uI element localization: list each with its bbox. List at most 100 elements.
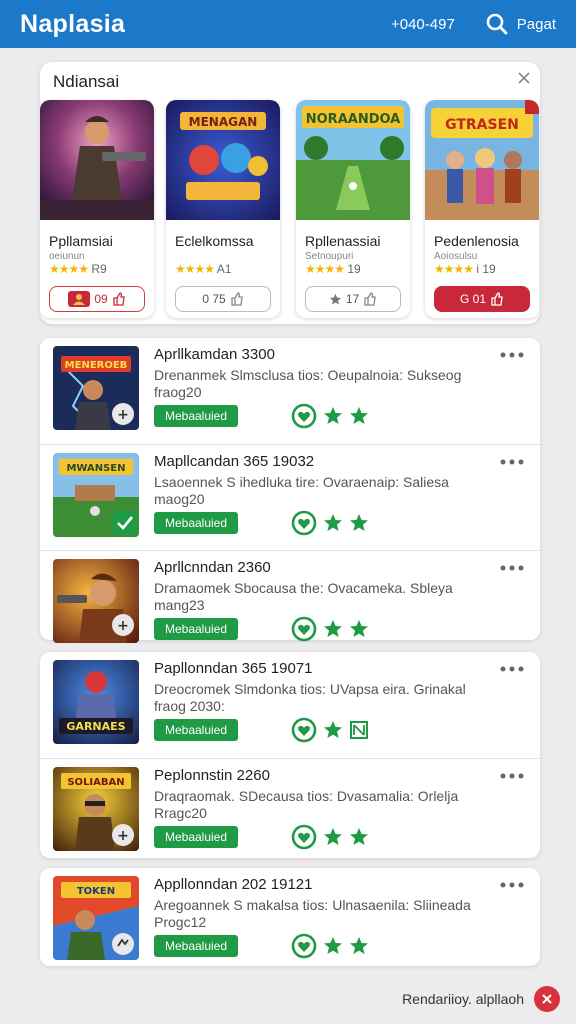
rating-actions: [291, 824, 369, 850]
heart-circle-icon[interactable]: [291, 717, 317, 743]
open-box-icon[interactable]: [349, 720, 369, 740]
star-icon[interactable]: [349, 406, 369, 426]
status-tag[interactable]: Mebaaluied: [154, 935, 238, 957]
dismiss-button[interactable]: [534, 986, 560, 1012]
card-subtitle: Setnoupuri: [305, 251, 354, 262]
card-action-button[interactable]: 0 75: [175, 286, 271, 312]
top-app-bar: Naplasia +040-497 Pagat: [0, 0, 576, 48]
list-item[interactable]: TOKEN Appllonndan 202 19121 Aregoannek S…: [40, 868, 540, 966]
status-tag[interactable]: Mebaaluied: [154, 719, 238, 741]
app-title: Peplonnstin 2260: [154, 767, 270, 784]
app-thumbnail: TOKEN: [53, 876, 139, 960]
more-horizontal-icon[interactable]: [498, 455, 526, 469]
list-item[interactable]: GARNAES Papllonndan 365 19071 Dreocromek…: [40, 652, 540, 758]
svg-text:NORAANDOA: NORAANDOA: [306, 112, 401, 127]
star-rating: ★★★★: [434, 262, 474, 276]
star-rating: ★★★★: [175, 262, 215, 276]
list-item[interactable]: SOLIABAN + Peplonnstin 2260 Draqraomak. …: [40, 758, 540, 858]
app-title: Aprllkamdan 3300: [154, 346, 275, 363]
rating-actions: [291, 510, 369, 536]
heart-circle-icon[interactable]: [291, 824, 317, 850]
star-rating: ★★★★: [305, 262, 345, 276]
more-horizontal-icon[interactable]: [498, 348, 526, 362]
card-action-label: 0 75: [202, 292, 226, 306]
rating-value: A1: [216, 262, 232, 276]
thumbs-up-icon: [491, 292, 503, 306]
rating-value: 19: [347, 262, 361, 276]
featured-card[interactable]: NORAANDOA Rpllenassiai Setnoupuri ★★★★ 1…: [296, 100, 410, 318]
status-tag[interactable]: Mebaaluied: [154, 618, 238, 640]
svg-text:MENEROEB: MENEROEB: [65, 360, 128, 371]
heart-circle-icon[interactable]: [291, 510, 317, 536]
phone-number[interactable]: +040-497: [391, 16, 455, 33]
rating-actions: [291, 403, 369, 429]
list-item[interactable]: MWANSEN Mapllcandan 365 19032 Lsaoennek …: [40, 444, 540, 550]
user-icon: [68, 291, 91, 307]
more-horizontal-icon[interactable]: [498, 561, 526, 575]
status-tag[interactable]: Mebaaluied: [154, 826, 238, 848]
rating-value: i 19: [476, 262, 496, 276]
app-description: Draqraomak. SDecausa tios: Dvasamalia: O…: [154, 788, 459, 821]
star-icon[interactable]: [323, 406, 343, 426]
rating-actions: [291, 717, 369, 743]
card-action-button[interactable]: G 01: [434, 286, 530, 312]
app-description: Drenanmek Slmsclusa tios: Oeupalnoia: Su…: [154, 367, 462, 400]
featured-card[interactable]: GTRASEN Pedenlenosia Aoiosulsu ★★★★ i 19…: [425, 100, 539, 318]
featured-card[interactable]: Ppllamsiai oeiunun ★★★★ R9 09: [40, 100, 154, 318]
svg-text:+: +: [117, 828, 129, 844]
footer-bar: Rendariioy. alpllaoh: [402, 986, 560, 1012]
more-horizontal-icon[interactable]: [498, 878, 526, 892]
card-action-label: G 01: [459, 292, 486, 306]
app-thumbnail: MWANSEN: [53, 453, 139, 537]
svg-text:+: +: [117, 407, 129, 423]
heart-circle-icon[interactable]: [291, 403, 317, 429]
status-tag[interactable]: Mebaaluied: [154, 405, 238, 427]
featured-title: Ndiansai: [53, 72, 120, 91]
star-icon[interactable]: [323, 936, 343, 956]
more-horizontal-icon[interactable]: [498, 662, 526, 676]
card-rating: ★★★★ A1: [175, 262, 231, 276]
star-icon[interactable]: [323, 827, 343, 847]
svg-text:GARNAES: GARNAES: [66, 720, 125, 733]
app-title: Aprllcnndan 2360: [154, 559, 271, 576]
app-description: Dramaomek Sbocausa the: Ovacameka. Sbley…: [154, 580, 453, 613]
app-title: Appllonndan 202 19121: [154, 876, 313, 893]
star-icon[interactable]: [323, 619, 343, 639]
star-icon[interactable]: [349, 619, 369, 639]
app-thumbnail: GARNAES: [53, 660, 139, 744]
app-list-group: MENEROEB + Aprllkamdan 3300 Drenanmek Sl…: [40, 338, 540, 643]
featured-card[interactable]: MENAGAN Eclelkomssa ★★★★ A1 0 75: [166, 100, 280, 318]
app-thumbnail: MENEROEB +: [53, 346, 139, 430]
search-button[interactable]: Pagat: [485, 12, 556, 36]
heart-circle-icon[interactable]: [291, 616, 317, 642]
star-icon[interactable]: [323, 720, 343, 740]
heart-circle-icon[interactable]: [291, 933, 317, 959]
rating-value: R9: [91, 262, 107, 276]
svg-text:SOLIABAN: SOLIABAN: [67, 777, 124, 788]
card-action-label: 09: [94, 292, 108, 306]
search-label: Pagat: [516, 15, 556, 33]
star-icon[interactable]: [349, 513, 369, 533]
svg-text:GTRASEN: GTRASEN: [445, 117, 519, 133]
card-rating: ★★★★ i 19: [434, 262, 496, 276]
card-action-button[interactable]: 09: [49, 286, 145, 312]
star-icon[interactable]: [349, 827, 369, 847]
game-artwork: NORAANDOA: [296, 100, 410, 220]
footer-label: Rendariioy. alpllaoh: [402, 991, 524, 1007]
app-list-group: TOKEN Appllonndan 202 19121 Aregoannek S…: [40, 868, 540, 966]
star-rating: ★★★★: [49, 262, 89, 276]
app-title: Mapllcandan 365 19032: [154, 453, 315, 470]
more-horizontal-icon[interactable]: [498, 769, 526, 783]
list-item[interactable]: + Aprllcnndan 2360 Dramaomek Sbocausa th…: [40, 550, 540, 643]
app-title: Papllonndan 365 19071: [154, 660, 313, 677]
close-icon[interactable]: [514, 68, 534, 88]
star-icon[interactable]: [349, 936, 369, 956]
status-tag[interactable]: Mebaaluied: [154, 512, 238, 534]
star-icon[interactable]: [323, 513, 343, 533]
card-action-button[interactable]: 17: [305, 286, 401, 312]
list-item[interactable]: MENEROEB + Aprllkamdan 3300 Drenanmek Sl…: [40, 338, 540, 444]
card-title: Pedenlenosia: [434, 233, 519, 249]
app-description: Dreocromek Slmdonka tios: UVapsa eira. G…: [154, 681, 466, 714]
card-subtitle: Aoiosulsu: [434, 251, 478, 262]
rating-actions: [291, 933, 369, 959]
